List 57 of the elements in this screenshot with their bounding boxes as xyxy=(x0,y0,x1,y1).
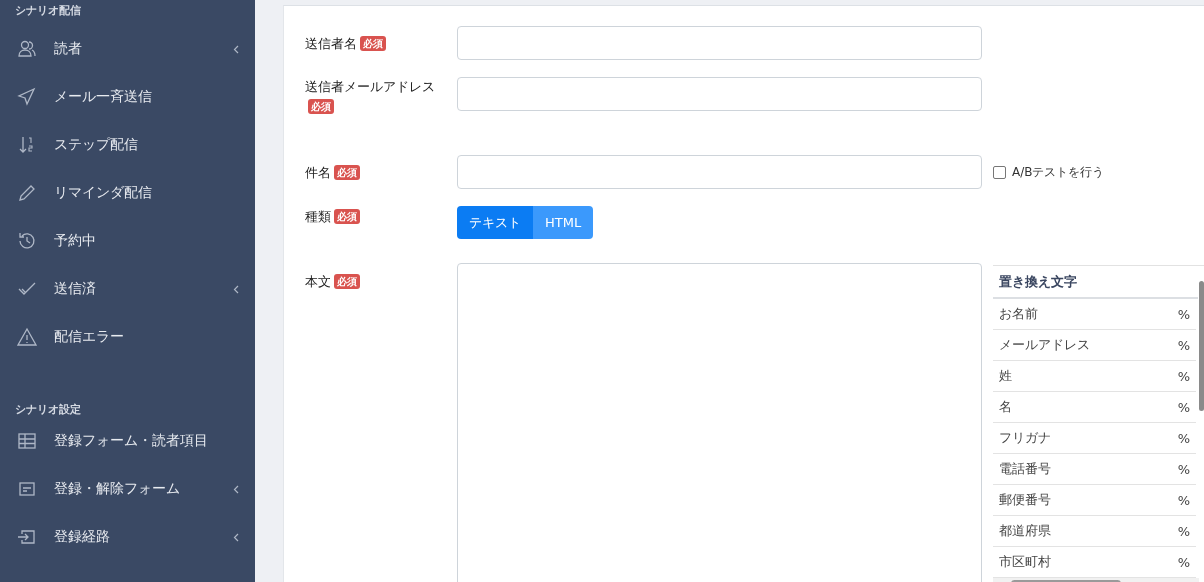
table-cell: % xyxy=(1177,523,1190,539)
sidebar-item[interactable]: 読者 xyxy=(0,25,255,73)
text-area[interactable] xyxy=(457,263,982,582)
table-cell: 姓 xyxy=(999,367,1012,385)
table-cell: % xyxy=(1177,368,1190,384)
table-header: 置き換え文字 xyxy=(993,266,1198,299)
table-cell: 郵便番号 xyxy=(999,491,1051,509)
table-cell: 電話番号 xyxy=(999,460,1051,478)
table-cell: お名前 xyxy=(999,305,1038,323)
sign-in-icon xyxy=(17,527,37,547)
field-label: 送信者名 xyxy=(305,36,357,51)
text-field[interactable] xyxy=(457,155,982,189)
table-cell: % xyxy=(1177,430,1190,446)
pencil-icon xyxy=(17,183,37,203)
table-icon xyxy=(17,431,37,451)
required-badge: 必須 xyxy=(334,165,360,180)
checkbox-label: A/Bテストを行う xyxy=(1012,163,1105,181)
table-cell: 名 xyxy=(999,398,1012,416)
sidebar-item[interactable]: ステップ配信 xyxy=(0,121,255,169)
required-badge: 必須 xyxy=(308,99,334,114)
warning-icon xyxy=(17,327,37,347)
scrollbar[interactable] xyxy=(1199,281,1204,411)
table-cell: 都道府県 xyxy=(999,522,1051,540)
table-cell: % xyxy=(1177,492,1190,508)
table-cell: 市区町村 xyxy=(999,553,1051,571)
field-label: 件名 xyxy=(305,165,331,180)
section-heading: シナリオ配信 xyxy=(14,3,82,19)
field-label: 送信者メールアドレス xyxy=(305,79,435,94)
table-cell: % xyxy=(1177,399,1190,415)
sidebar-item[interactable]: リマインダ配信 xyxy=(0,169,255,217)
history-icon xyxy=(17,231,37,251)
sidebar-item[interactable]: 登録・解除フォーム xyxy=(0,465,255,513)
table-cell: メールアドレス xyxy=(999,336,1090,354)
sidebar-item[interactable]: 登録フォーム・読者項目 xyxy=(0,417,255,465)
required-badge: 必須 xyxy=(360,36,386,51)
table-cell: % xyxy=(1177,461,1190,477)
text-field[interactable] xyxy=(457,26,982,60)
required-badge: 必須 xyxy=(334,209,360,224)
checkbox[interactable] xyxy=(993,165,1006,179)
sidebar-item[interactable]: 登録経路 xyxy=(0,513,255,561)
field-label: 種類 xyxy=(305,209,331,224)
table-cell: % xyxy=(1177,554,1190,570)
sidebar-item[interactable]: 送信済 xyxy=(0,265,255,313)
text-field[interactable] xyxy=(457,77,982,111)
sidebar-item[interactable]: 予約中 xyxy=(0,217,255,265)
field-label: 本文 xyxy=(305,274,331,289)
section-heading: シナリオ設定 xyxy=(14,402,82,417)
send-icon xyxy=(17,87,37,107)
users-icon xyxy=(17,39,37,59)
sidebar-item[interactable]: メール一斉送信 xyxy=(0,73,255,121)
required-badge: 必須 xyxy=(334,274,360,289)
sidebar-item[interactable]: 配信エラー xyxy=(0,313,255,361)
table-cell: フリガナ xyxy=(999,429,1051,447)
toggle-option[interactable]: テキスト xyxy=(457,206,533,239)
table-cell: % xyxy=(1177,306,1190,322)
form-icon xyxy=(17,479,37,499)
table-cell: % xyxy=(1177,337,1190,353)
